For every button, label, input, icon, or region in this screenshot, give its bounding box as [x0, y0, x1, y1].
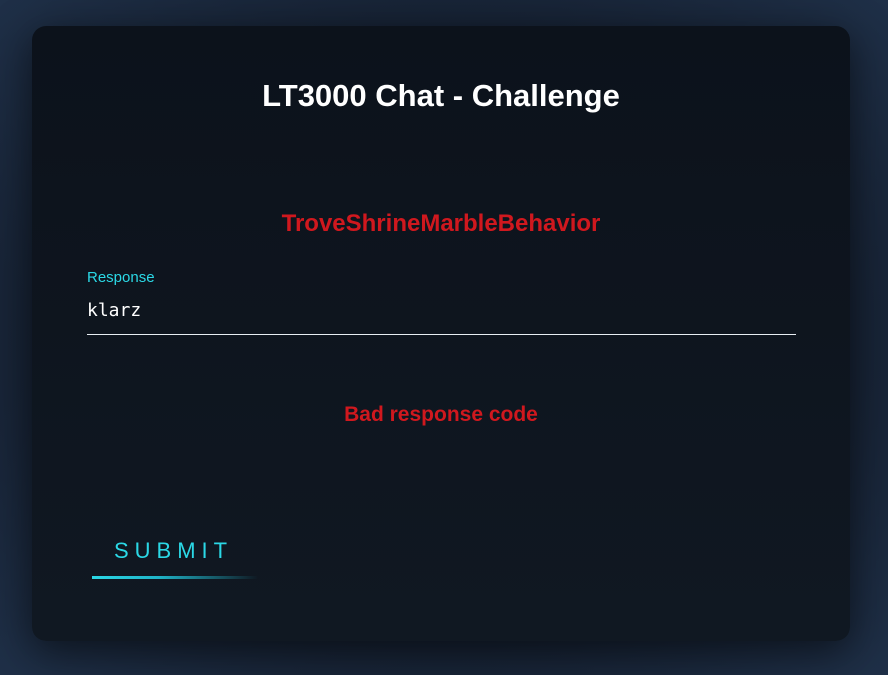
response-field-label: Response: [87, 269, 155, 286]
response-field-underline: [87, 334, 796, 335]
challenge-card: LT3000 Chat - Challenge TroveShrineMarbl…: [32, 26, 850, 641]
challenge-phrase: TroveShrineMarbleBehavior: [281, 210, 601, 237]
submit-underline: [92, 576, 258, 579]
page-title: LT3000 Chat - Challenge: [262, 78, 620, 113]
response-input[interactable]: [87, 295, 796, 325]
error-message: Bad response code: [344, 403, 538, 426]
response-field: Response: [87, 269, 796, 336]
submit-button-label: SUBMIT: [114, 538, 234, 563]
submit-button[interactable]: SUBMIT: [92, 531, 258, 581]
